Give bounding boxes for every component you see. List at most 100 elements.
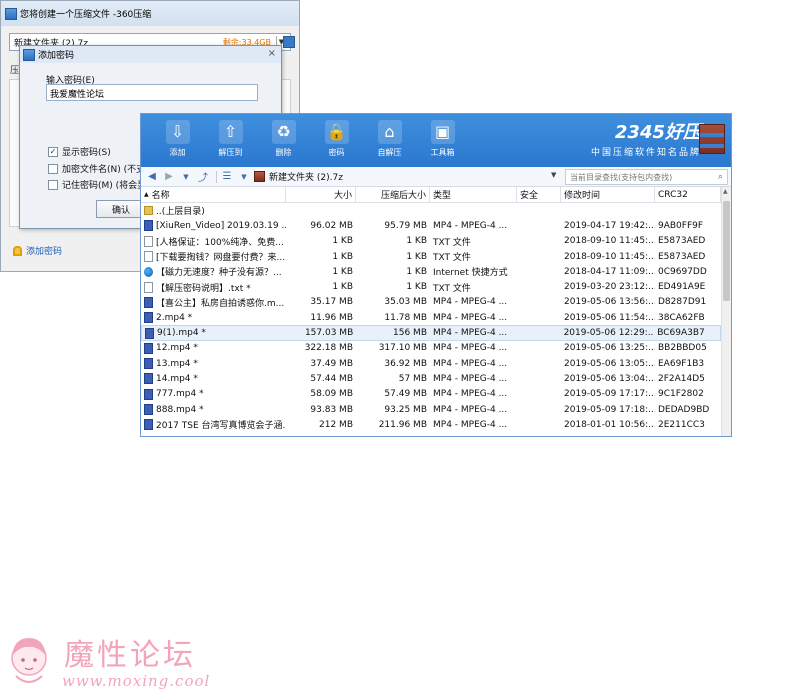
dialog-app-icon	[23, 48, 35, 61]
cell-crc32: 9C1F2802	[658, 389, 704, 400]
video-file-icon	[144, 312, 153, 324]
cell-type: MP4 - MPEG-4 ...	[433, 404, 508, 415]
show-password-option[interactable]: ✓ 显示密码(S)	[48, 145, 111, 158]
show-password-checkbox[interactable]: ✓	[48, 146, 58, 157]
cell-compressed-size: 95.79 MB	[384, 220, 427, 231]
self-extract-button[interactable]: ⌂ 自解压	[363, 114, 416, 158]
column-size[interactable]: 大小	[286, 187, 356, 202]
watermark: 魔性论坛 www.moxing.cool	[6, 628, 216, 694]
delete-button-label: 删除	[275, 148, 292, 157]
password-button[interactable]: 🔒 密码	[310, 114, 363, 158]
cell-size: 1 KB	[332, 266, 353, 277]
divider	[216, 170, 217, 183]
cell-size: 212 MB	[319, 419, 353, 430]
table-row[interactable]: 【解压密码说明】.txt * 1 KB 1 KB TXT 文件 2019-03-20 2…	[141, 279, 721, 294]
brand-slogan: 中国压缩软件知名品牌	[590, 148, 701, 158]
file-name: 【喜公主】私房自拍诱惑你.m...	[156, 298, 285, 309]
table-row[interactable]: 888.mp4 * 93.83 MB 93.25 MB MP4 - MPEG-4 ..…	[141, 402, 721, 417]
title-bar: 您将创建一个压缩文件 -360压缩	[1, 1, 299, 26]
remember-password-checkbox[interactable]	[48, 179, 58, 190]
cell-name: 【解压密码说明】.txt *	[141, 279, 286, 294]
table-row[interactable]: [XiuRen_Video] 2019.03.19 ... 96.02 MB 95.…	[141, 218, 721, 233]
path-dropdown-icon[interactable]: ▼	[551, 171, 556, 179]
video-file-icon	[144, 373, 153, 385]
video-file-icon	[144, 404, 153, 415]
browse-folder-icon[interactable]	[283, 36, 295, 48]
toolbar: ⇩ 添加 ⇧ 解压到 ♻ 删除 🔒 密码 ⌂ 自解压 ▣ 工具箱 2345好压 …	[141, 114, 731, 167]
cell-name: 9(1).mp4 *	[142, 326, 286, 339]
history-dropdown-icon[interactable]: ▼	[179, 170, 193, 184]
cell-modified-time: 2019-03-20 23:12:...	[564, 282, 655, 293]
delete-button[interactable]: ♻ 删除	[257, 114, 310, 158]
column-name[interactable]: ▲ 名称	[141, 187, 286, 202]
back-arrow-icon[interactable]: ◀	[145, 170, 159, 184]
cell-compressed-size: 36.92 MB	[384, 358, 427, 369]
column-type[interactable]: 类型	[430, 187, 517, 202]
table-row[interactable]: 9(1).mp4 * 157.03 MB 156 MB MP4 - MPEG-4 ..…	[141, 325, 721, 341]
cell-name: [XiuRen_Video] 2019.03.19 ...	[141, 218, 286, 233]
view-list-icon[interactable]: ☰	[220, 170, 234, 184]
column-modified-time[interactable]: 修改时间	[561, 187, 655, 202]
current-path[interactable]: 新建文件夹 (2).7z	[269, 170, 343, 183]
table-row[interactable]: 【磁力无速度？种子没有源？... 1 KB 1 KB Internet 快捷方式 201…	[141, 264, 721, 279]
app-360-icon	[5, 7, 17, 20]
close-icon[interactable]: ×	[268, 48, 276, 59]
view-dropdown-icon[interactable]: ▼	[237, 170, 251, 184]
show-password-label: 显示密码(S)	[62, 148, 111, 158]
table-row[interactable]: [人格保证：100%纯净、免费... 1 KB 1 KB TXT 文件 2018-09-…	[141, 234, 721, 249]
cell-compressed-size: 93.25 MB	[384, 404, 427, 415]
up-folder-icon[interactable]: ⤴	[196, 170, 210, 184]
table-row[interactable]: 【喜公主】私房自拍诱惑你.m... 35.17 MB 35.03 MB MP4 - M…	[141, 295, 721, 310]
table-row[interactable]: 14.mp4 * 57.44 MB 57 MB MP4 - MPEG-4 ... 201…	[141, 371, 721, 386]
cell-crc32: 38CA62FB	[658, 312, 705, 323]
search-input[interactable]: 当前目录查找(支持包内查找) ⌕	[565, 169, 728, 185]
column-compressed-size[interactable]: 压缩后大小	[356, 187, 430, 202]
cell-modified-time: 2019-05-06 13:25:...	[564, 343, 655, 354]
remember-password-option[interactable]: 记住密码(M) (将会显	[48, 178, 146, 191]
cell-size: 157.03 MB	[304, 328, 354, 339]
table-row[interactable]: 13.mp4 * 37.49 MB 36.92 MB MP4 - MPEG-4 ...…	[141, 356, 721, 371]
cell-security	[517, 326, 561, 339]
file-name: 9(1).mp4 *	[157, 328, 206, 339]
file-name: [下载要掏钱？网盘要付费？来...	[156, 253, 286, 264]
add-button[interactable]: ⇩ 添加	[151, 114, 204, 158]
column-security[interactable]: 安全	[517, 187, 561, 202]
video-file-icon	[144, 296, 153, 308]
scrollbar-thumb[interactable]	[723, 201, 730, 301]
scroll-up-icon[interactable]: ▲	[723, 188, 728, 195]
file-name: 2.mp4 *	[156, 312, 193, 323]
cell-compressed-size: 211.96 MB	[378, 419, 427, 430]
toolbox-button[interactable]: ▣ 工具箱	[416, 114, 469, 158]
video-file-icon	[144, 419, 153, 431]
cell-name: 2.mp4 *	[141, 310, 286, 325]
toolbox-button-label: 工具箱	[430, 148, 455, 157]
remember-password-label: 记住密码(M) (将会显	[62, 181, 147, 191]
cell-security	[517, 249, 561, 264]
encrypt-filenames-checkbox[interactable]	[48, 163, 58, 174]
self-extract-button-label: 自解压	[377, 148, 402, 157]
table-row[interactable]: 12.mp4 * 322.18 MB 317.10 MB MP4 - MPEG-4 .…	[141, 341, 721, 356]
table-row[interactable]: 2017 TSE 台湾写真博览会子涵... 212 MB 211.96 MB MP4 …	[141, 417, 721, 432]
video-file-icon	[145, 327, 154, 339]
archive-file-icon	[254, 171, 265, 182]
extract-to-button[interactable]: ⇧ 解压到	[204, 114, 257, 158]
vertical-scrollbar[interactable]: ▲	[721, 187, 731, 436]
encrypt-filenames-option[interactable]: 加密文件名(N) (不支	[48, 162, 145, 175]
parent-directory-row[interactable]: ..(上层目录)	[141, 203, 721, 218]
password-input[interactable]: 我爱魔性论坛	[46, 84, 258, 101]
cell-name: 888.mp4 *	[141, 402, 286, 417]
cell-security	[517, 417, 561, 432]
confirm-button[interactable]: 确认	[96, 200, 146, 218]
dialog-title: 添加密码	[38, 51, 75, 61]
column-crc32[interactable]: CRC32	[655, 187, 721, 202]
extract-to-button-label: 解压到	[218, 148, 243, 157]
cell-modified-time: 2018-09-10 11:45:...	[564, 251, 655, 262]
table-row[interactable]: 2.mp4 * 11.96 MB 11.78 MB MP4 - MPEG-4 ... 2…	[141, 310, 721, 325]
table-row[interactable]: [下载要掏钱？网盘要付费？来... 1 KB 1 KB TXT 文件 2018-09-1…	[141, 249, 721, 264]
cell-type: MP4 - MPEG-4 ...	[433, 419, 508, 430]
cell-security	[517, 234, 561, 249]
add-password-link[interactable]: 添加密码	[13, 244, 62, 257]
search-icon[interactable]: ⌕	[718, 172, 723, 182]
table-row[interactable]: 777.mp4 * 58.09 MB 57.49 MB MP4 - MPEG-4 ..…	[141, 387, 721, 402]
forward-arrow-icon[interactable]: ▶	[162, 170, 176, 184]
